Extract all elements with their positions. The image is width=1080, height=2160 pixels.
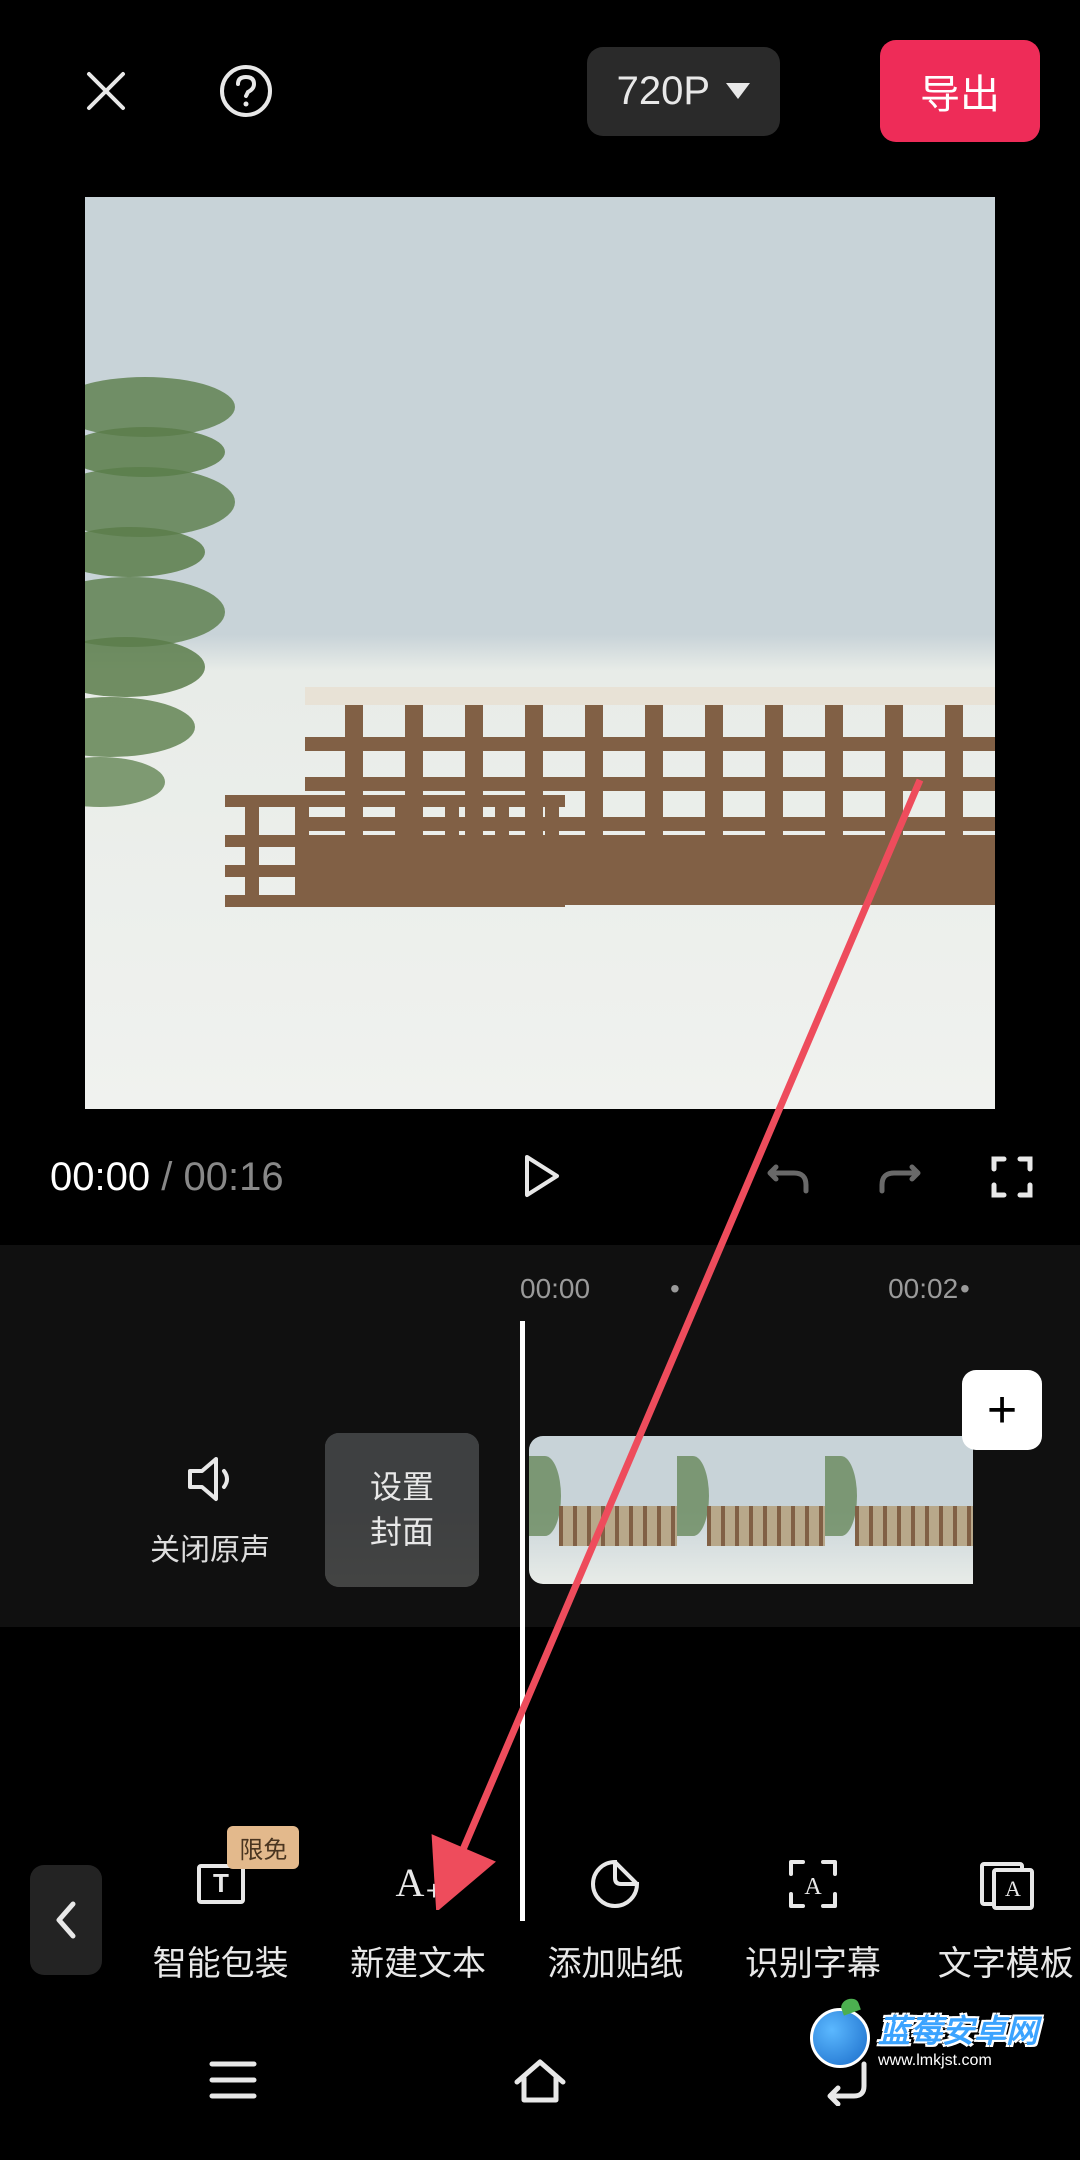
resolution-value: 720P [617, 69, 710, 114]
timeline-markers: 00:00 00:02 • • [0, 1273, 1080, 1313]
svg-text:A: A [396, 1860, 425, 1905]
timeline-dot: • [960, 1273, 970, 1305]
text-template-label: 文字模板 [938, 1936, 1074, 1985]
top-bar: 720P 导出 [0, 0, 1080, 182]
time-separator: / [161, 1155, 183, 1199]
clip-thumbnail [677, 1436, 825, 1584]
fullscreen-button[interactable] [984, 1149, 1040, 1205]
add-clip-button[interactable]: + [962, 1370, 1042, 1450]
template-icon: A [976, 1854, 1036, 1914]
play-button[interactable] [515, 1151, 565, 1204]
recognize-subtitle-label: 识别字幕 [745, 1936, 881, 1985]
plus-icon: + [987, 1380, 1017, 1440]
help-icon [219, 64, 273, 118]
sticker-icon [585, 1854, 645, 1914]
watermark: 蓝莓安卓网 www.lmkjst.com [810, 1995, 1070, 2080]
timeline-content: 关闭原声 设置 封面 [0, 1313, 1080, 1627]
svg-text:A: A [1005, 1876, 1021, 1901]
resolution-button[interactable]: 720P [587, 47, 780, 136]
close-button[interactable] [76, 61, 136, 121]
add-sticker-button[interactable]: 添加贴纸 [537, 1854, 694, 1985]
mute-button[interactable]: 关闭原声 [150, 1451, 270, 1569]
svg-text:+: + [426, 1875, 442, 1906]
recognize-subtitle-button[interactable]: A 识别字幕 [734, 1854, 891, 1985]
timeline-dot: • [670, 1273, 680, 1305]
chevron-left-icon [53, 1900, 79, 1940]
cover-button[interactable]: 设置 封面 [325, 1433, 479, 1587]
clip-strip[interactable] [529, 1436, 1080, 1584]
new-text-label: 新建文本 [350, 1936, 486, 1985]
text-template-button[interactable]: A 文字模板 [932, 1854, 1080, 1985]
current-time: 00:00 [50, 1155, 150, 1199]
nav-home-button[interactable] [507, 2054, 573, 2109]
watermark-logo [810, 2008, 870, 2068]
cover-label: 设置 封面 [370, 1465, 434, 1555]
watermark-title: 蓝莓安卓网 [878, 2006, 1038, 2052]
svg-text:A: A [804, 1874, 822, 1900]
new-text-icon: A + [388, 1854, 448, 1914]
smart-package-button[interactable]: 限免 T 智能包装 [142, 1854, 299, 1985]
watermark-url: www.lmkjst.com [878, 2052, 1038, 2070]
speaker-icon [182, 1451, 238, 1507]
timeline-marker-0: 00:00 [520, 1273, 590, 1313]
playhead[interactable] [520, 1321, 525, 1921]
timeline-area[interactable]: 00:00 00:02 • • 关闭原声 设置 封面 [0, 1245, 1080, 1627]
menu-icon [200, 2054, 266, 2106]
bottom-toolbar: 限免 T 智能包装 A + 新建文本 添加贴纸 A 识别字幕 [0, 1824, 1080, 2015]
chevron-down-icon [726, 83, 750, 99]
total-time: 00:16 [183, 1155, 283, 1199]
svg-text:T: T [213, 1868, 229, 1898]
help-button[interactable] [216, 61, 276, 121]
clip-thumbnail [529, 1436, 677, 1584]
time-display: 00:00 / 00:16 [50, 1155, 284, 1200]
back-button[interactable] [30, 1865, 102, 1975]
undo-icon [764, 1153, 812, 1201]
preview-lower-deck-decoration [225, 795, 565, 915]
limited-badge: 限免 [227, 1826, 299, 1869]
redo-icon [876, 1153, 924, 1201]
new-text-button[interactable]: A + 新建文本 [339, 1854, 496, 1985]
video-preview[interactable] [85, 197, 995, 1109]
play-icon [515, 1151, 565, 1201]
clip-thumbnail [825, 1436, 973, 1584]
undo-button[interactable] [760, 1149, 816, 1205]
fullscreen-icon [988, 1153, 1036, 1201]
close-icon [83, 68, 129, 114]
home-icon [507, 2054, 573, 2106]
playback-bar: 00:00 / 00:16 [0, 1109, 1080, 1245]
smart-package-label: 智能包装 [153, 1936, 289, 1985]
redo-button[interactable] [872, 1149, 928, 1205]
nav-menu-button[interactable] [200, 2054, 266, 2109]
subtitle-icon: A [783, 1854, 843, 1914]
mute-label: 关闭原声 [150, 1525, 270, 1569]
export-button[interactable]: 导出 [880, 40, 1040, 142]
timeline-marker-2: 00:02 [888, 1273, 958, 1313]
add-sticker-label: 添加贴纸 [547, 1936, 683, 1985]
